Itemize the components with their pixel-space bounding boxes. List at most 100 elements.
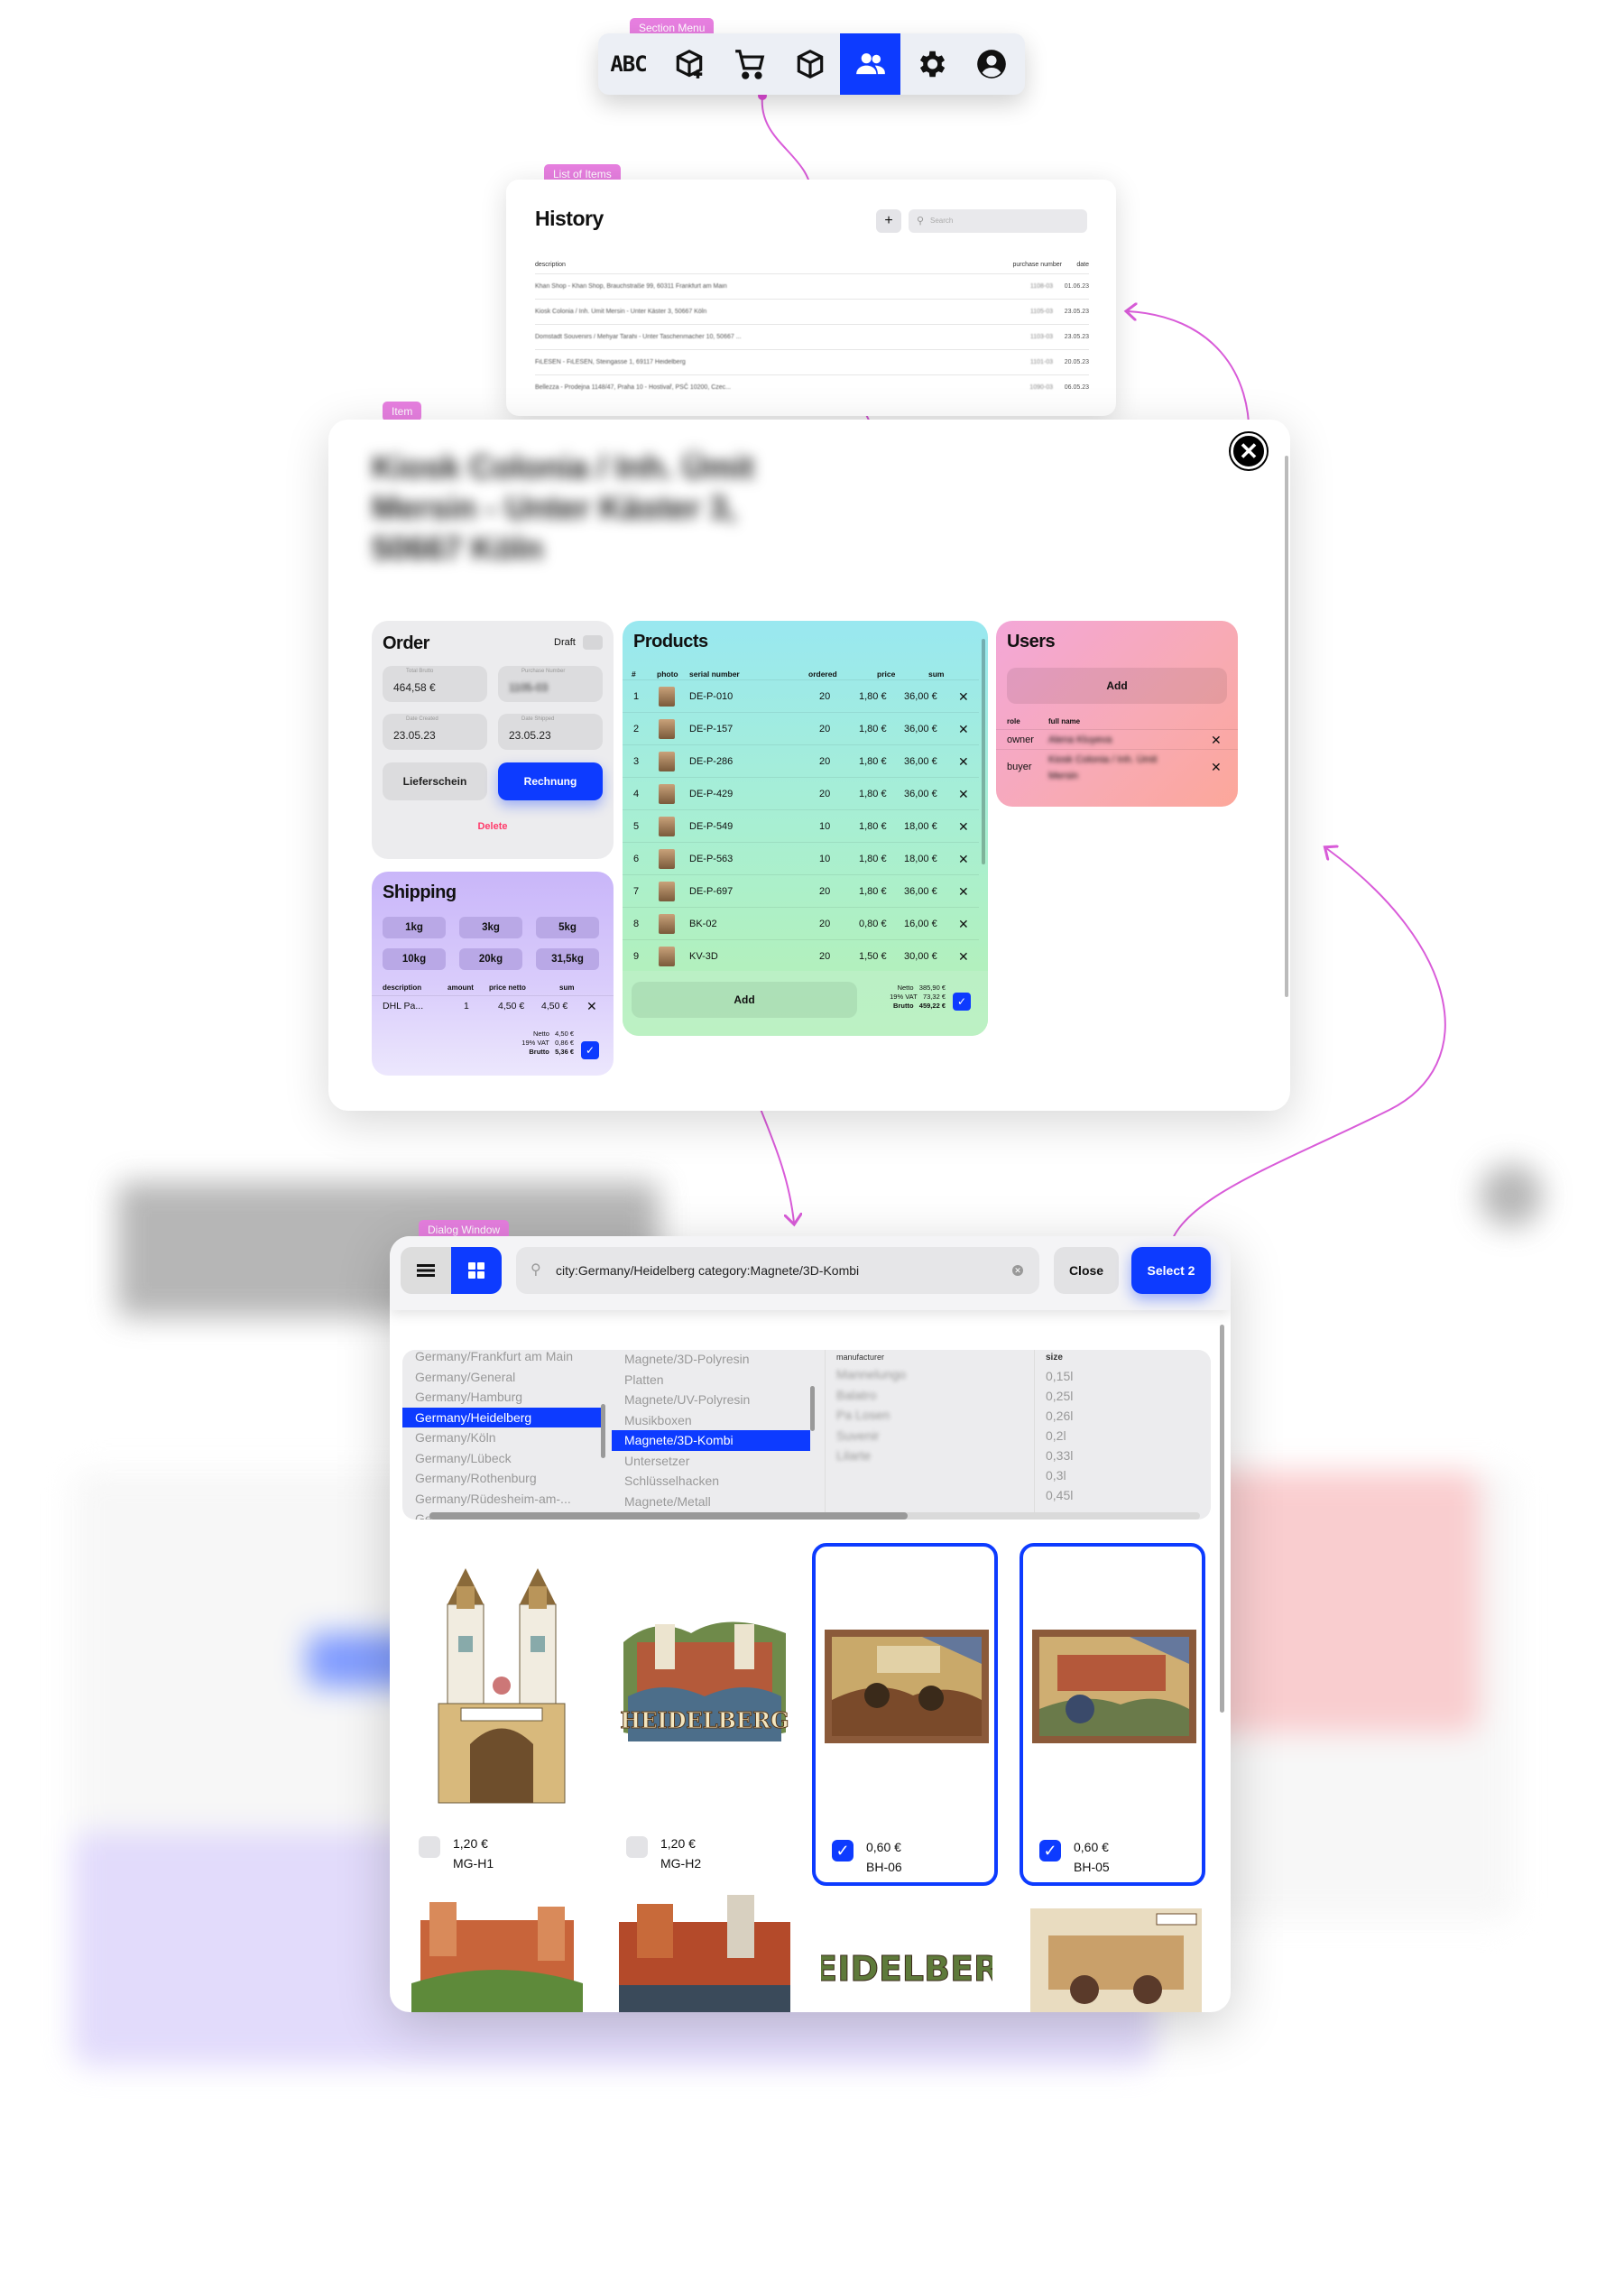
history-search-input[interactable]: Search [909,209,1087,233]
box-add-icon[interactable] [659,33,719,95]
heidelberg-bridge-magnet-image: HEIDELBERG [620,1621,789,1741]
add-product-button[interactable]: Add [632,982,857,1018]
lieferschein-button[interactable]: Lieferschein [383,762,487,800]
col-sum: sum [928,670,945,679]
city-scrollbar[interactable] [601,1404,605,1458]
filter-horizontal-scrollbar[interactable] [429,1512,1200,1520]
table-row[interactable]: Domstadt Souvenirs / Mehyar Tarahi - Unt… [535,324,1089,349]
remove-user-icon[interactable]: ✕ [1211,730,1222,750]
city-filter-list[interactable]: Germany/Frankfurt am Main Germany/Genera… [402,1350,601,1520]
weight-button-5kg[interactable]: 5kg [536,917,599,938]
rechnung-button[interactable]: Rechnung [498,762,603,800]
category-filter-list[interactable]: Magnete/3D-Polyresin Platten Magnete/UV-… [612,1350,810,1511]
dialog-search-input[interactable]: ⚲ city:Germany/Heidelberg category:Magne… [516,1247,1039,1294]
manufacturer-filter-list[interactable]: manufacturer Mannelungo Balatro Pa Losen… [825,1350,1023,1520]
table-row[interactable]: 8 BK-02 20 0,80 €16,00 € ✕ [623,907,979,939]
weight-button-3kg[interactable]: 3kg [459,917,522,938]
history-list-card: History + Search description purchase nu… [506,180,1116,416]
package-icon[interactable] [780,33,840,95]
table-row[interactable]: 5 DE-P-549 10 1,80 €18,00 € ✕ [623,809,979,842]
dialog-scrollbar[interactable] [1220,1325,1224,1713]
table-row[interactable]: 9 KV-3D 20 1,50 €30,00 € ✕ [623,939,979,972]
col-photo: photo [657,670,678,679]
account-icon[interactable] [961,33,1021,95]
select-checkbox[interactable]: ✓ [1039,1840,1061,1861]
weight-button-1kg[interactable]: 1kg [383,917,446,938]
products-scrollbar[interactable] [982,639,985,864]
remove-row-icon[interactable]: ✕ [958,875,969,908]
search-icon: ⚲ [531,1262,541,1278]
total-brutto-field[interactable]: Total Brutto 464,58 € [383,666,487,702]
select-checkbox[interactable]: ✓ [832,1840,854,1861]
weight-button-31-5kg[interactable]: 31,5kg [536,948,599,970]
item-tag: Item [383,402,422,421]
product-card-bh-06[interactable]: ✓ 0,60 € BH-06 [812,1543,998,1886]
product-card-mg-h2[interactable]: HEIDELBERG 1,20 € MG-H2 [610,1543,796,1886]
category-scrollbar[interactable] [810,1386,815,1431]
remove-row-icon[interactable]: ✕ [586,996,597,1016]
view-toggle [401,1247,502,1294]
table-row[interactable]: DHL Pa... 1 4,50 € 4,50 € ✕ [372,995,614,1015]
castle-river-magnet-image [619,1895,790,2012]
remove-row-icon[interactable]: ✕ [958,745,969,778]
table-row[interactable]: Bellezza - Prodejna 1148/47, Praha 10 - … [535,374,1089,400]
table-row[interactable]: owner Alena Kluyeva ✕ [996,729,1238,749]
close-button[interactable]: Close [1054,1247,1119,1294]
list-view-icon[interactable] [401,1247,451,1294]
products-confirm-checkbox[interactable]: ✓ [953,993,971,1011]
product-photo [659,882,675,901]
select-checkbox[interactable] [419,1836,440,1858]
selected-city-item[interactable]: Germany/Heidelberg [402,1407,601,1427]
date-created-field[interactable]: Date Created 23.05.23 [383,714,487,750]
history-add-button[interactable]: + [876,209,901,233]
close-icon[interactable]: ✕ [1231,433,1267,469]
product-card-bh-05[interactable]: ✓ 0,60 € BH-05 [1020,1543,1205,1886]
remove-user-icon[interactable]: ✕ [1211,759,1222,775]
table-row[interactable]: Kiosk Colonia / Inh. Ümit Mersin - Unter… [535,299,1089,324]
product-picker-dialog: Germany/Frankfurt am Main Germany/Genera… [390,1236,1231,2012]
remove-row-icon[interactable]: ✕ [958,843,969,875]
table-row[interactable]: 2 DE-P-157 20 1,80 €36,00 € ✕ [623,712,979,744]
users-icon[interactable] [840,33,900,95]
selected-category-item[interactable]: Magnete/3D-Kombi [612,1430,810,1451]
size-filter-list[interactable]: size 0,15l 0,25l 0,26l 0,2l 0,33l 0,3l 0… [1034,1350,1211,1520]
remove-row-icon[interactable]: ✕ [958,713,969,745]
draft-checkbox[interactable] [583,635,603,650]
draft-label: Draft [554,637,576,648]
remove-row-icon[interactable]: ✕ [958,778,969,810]
product-photo [659,687,675,707]
col-ordered: ordered [808,670,837,679]
table-row[interactable]: 4 DE-P-429 20 1,80 €36,00 € ✕ [623,777,979,809]
product-card-mg-h1[interactable]: 1,20 € MG-H1 [402,1543,588,1886]
gear-icon[interactable] [900,33,961,95]
product-photo [659,719,675,739]
remove-row-icon[interactable]: ✕ [958,940,969,973]
shipping-totals: Netto 4,50 € 19% VAT 0,86 € Brutto 5,36 … [521,1030,574,1056]
weight-button-10kg[interactable]: 10kg [383,948,446,970]
remove-row-icon[interactable]: ✕ [958,680,969,713]
abc-icon[interactable]: ABC [598,33,659,95]
shipping-confirm-checkbox[interactable]: ✓ [581,1041,599,1059]
add-user-button[interactable]: Add [1007,668,1227,704]
table-row[interactable]: buyer Kiosk Colonia / Inh. Ümit Mersin ✕ [996,749,1238,785]
table-row[interactable]: 3 DE-P-286 20 1,80 €36,00 € ✕ [623,744,979,777]
table-row[interactable]: 1 DE-P-010 20 1,80 €36,00 € ✕ [623,679,979,712]
weight-button-20kg[interactable]: 20kg [459,948,522,970]
purchase-number-field[interactable]: Purchase Number 1105-03 [498,666,603,702]
cart-icon[interactable] [719,33,780,95]
item-scrollbar[interactable] [1285,456,1288,997]
table-row[interactable]: 7 DE-P-697 20 1,80 €36,00 € ✕ [623,874,979,907]
remove-row-icon[interactable]: ✕ [958,908,969,940]
grid-view-icon[interactable] [451,1247,502,1294]
table-row[interactable]: Khan Shop - Khan Shop, Brauchstraße 99, … [535,273,1089,299]
date-shipped-field[interactable]: Date Shipped 23.05.23 [498,714,603,750]
table-row[interactable]: FiLESEN - FiLESEN, Steingasse 1, 69117 H… [535,349,1089,374]
history-table-header: description purchase number date [535,262,1089,268]
select-button[interactable]: Select 2 [1131,1247,1211,1294]
clear-search-icon[interactable]: ✕ [1012,1265,1023,1276]
products-title: Products [633,632,708,651]
table-row[interactable]: 6 DE-P-563 10 1,80 €18,00 € ✕ [623,842,979,874]
select-checkbox[interactable] [626,1836,648,1858]
delete-button[interactable]: Delete [372,821,614,832]
remove-row-icon[interactable]: ✕ [958,810,969,843]
